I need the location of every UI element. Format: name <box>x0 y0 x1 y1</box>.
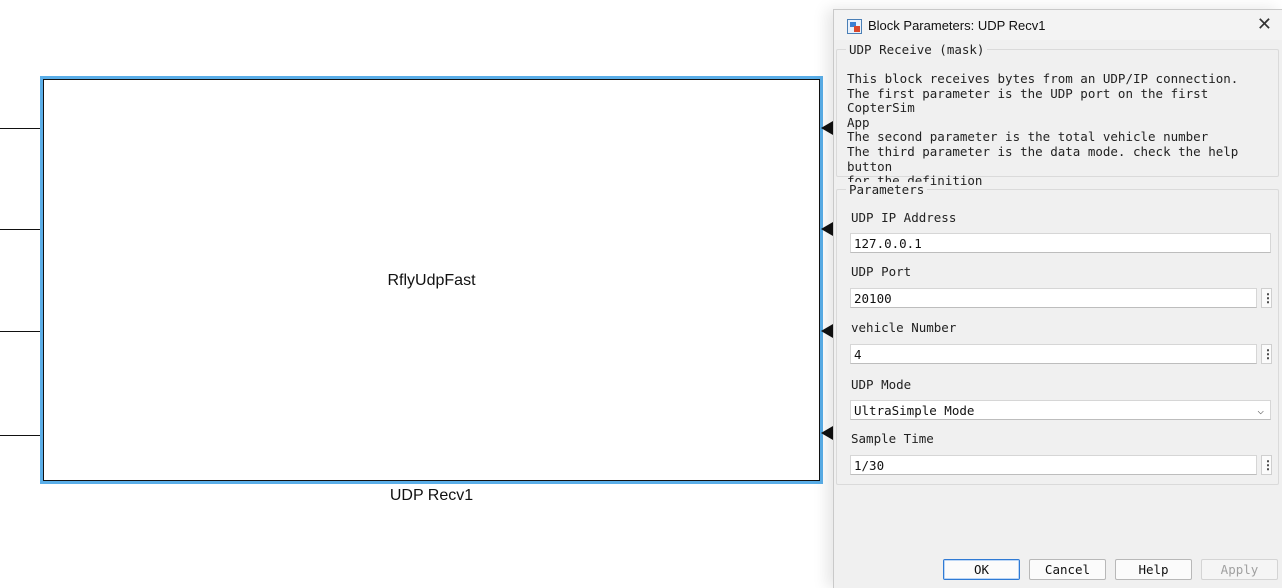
vehicle-number-field[interactable]: 4 <box>850 344 1257 364</box>
input-port-line-2[interactable] <box>0 229 42 230</box>
parameters-legend: Parameters <box>846 182 928 197</box>
sample-time-label: Sample Time <box>851 431 934 446</box>
dialog-titlebar[interactable]: Block Parameters: UDP Recv1 ✕ <box>834 10 1282 40</box>
apply-button[interactable]: Apply <box>1201 559 1278 580</box>
output-port-4[interactable] <box>821 426 833 440</box>
dialog-title: Block Parameters: UDP Recv1 <box>868 18 1046 33</box>
udp-recv-block[interactable]: RflyUdpFast <box>40 76 823 484</box>
block-parameters-dialog: Block Parameters: UDP Recv1 ✕ UDP Receiv… <box>833 9 1282 588</box>
ip-address-label: UDP IP Address <box>851 210 957 225</box>
output-port-2[interactable] <box>821 222 833 236</box>
output-port-1[interactable] <box>821 121 833 135</box>
close-icon[interactable]: ✕ <box>1257 14 1272 35</box>
input-port-line-3[interactable] <box>0 331 42 332</box>
block-mask-title: RflyUdpFast <box>387 272 476 289</box>
udp-mode-label: UDP Mode <box>851 377 912 392</box>
block-name-label[interactable]: UDP Recv1 <box>40 487 823 505</box>
mask-description: This block receives bytes from an UDP/IP… <box>847 71 1239 189</box>
sample-time-field[interactable]: 1/30 <box>850 455 1257 475</box>
sample-time-more-options-icon[interactable]: ⋮ <box>1261 455 1274 475</box>
help-button[interactable]: Help <box>1115 559 1192 580</box>
vehicle-number-label: vehicle Number <box>851 320 957 335</box>
input-port-line-4[interactable] <box>0 435 42 436</box>
cancel-button[interactable]: Cancel <box>1029 559 1106 580</box>
mask-legend: UDP Receive (mask) <box>846 42 988 57</box>
output-port-3[interactable] <box>821 324 833 338</box>
udp-port-field[interactable]: 20100 <box>850 288 1257 308</box>
chevron-down-icon[interactable]: ⌵ <box>1257 403 1264 418</box>
ok-button[interactable]: OK <box>943 559 1020 580</box>
udp-mode-selected-value: UltraSimple Mode <box>854 403 975 418</box>
vehicle-more-options-icon[interactable]: ⋮ <box>1261 344 1274 364</box>
ip-address-field[interactable]: 127.0.0.1 <box>850 233 1271 253</box>
port-more-options-icon[interactable]: ⋮ <box>1261 288 1274 308</box>
simulink-app-icon <box>847 19 862 34</box>
parameters-group: Parameters UDP IP Address 127.0.0.1 UDP … <box>836 182 1279 485</box>
udp-port-label: UDP Port <box>851 264 912 279</box>
mask-description-group: UDP Receive (mask) This block receives b… <box>836 42 1279 188</box>
udp-mode-select[interactable]: UltraSimple Mode ⌵ <box>850 400 1271 420</box>
input-port-line-1[interactable] <box>0 128 42 129</box>
